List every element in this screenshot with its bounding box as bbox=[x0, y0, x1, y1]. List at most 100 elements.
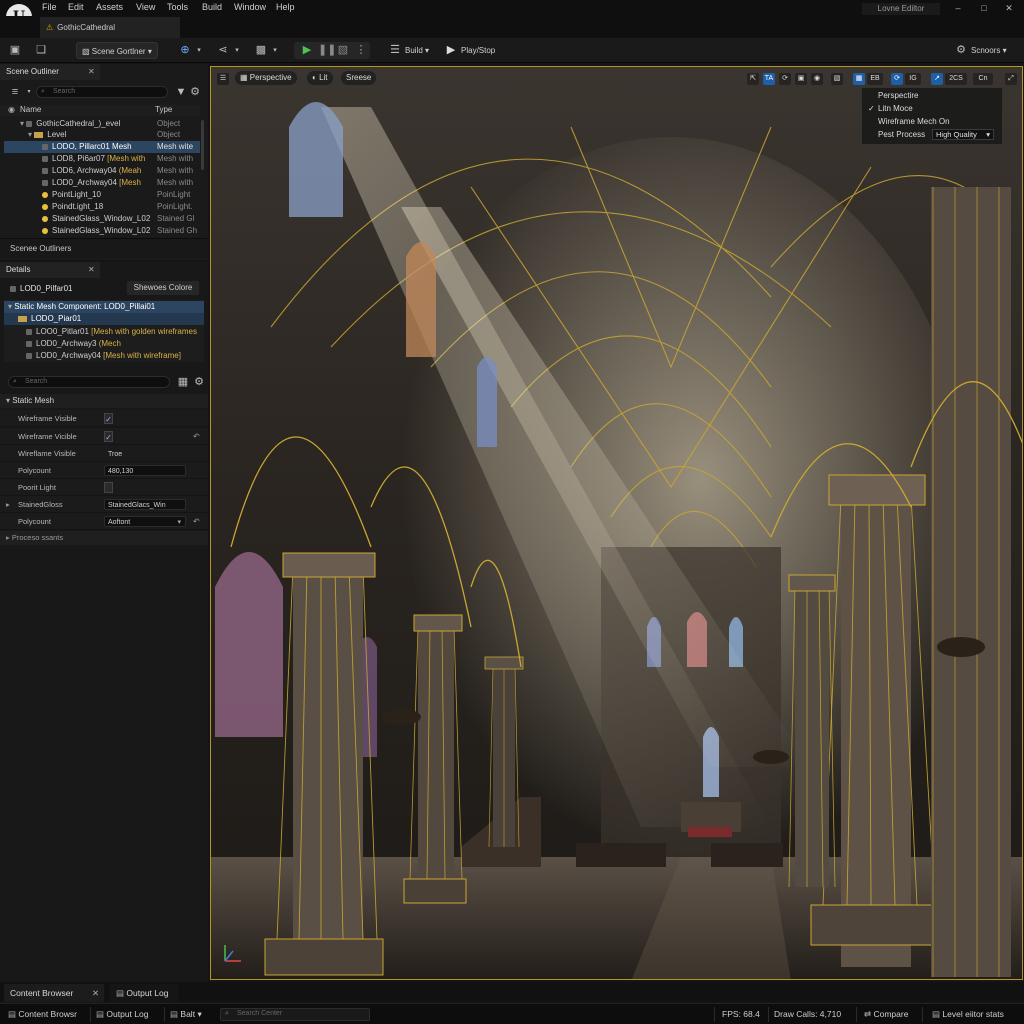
reset-arrow-icon[interactable]: ↶ bbox=[193, 513, 200, 530]
grid-view-icon[interactable]: ▦ bbox=[176, 376, 190, 389]
outliner-row[interactable]: StainedGlass_Window_L02 Stained Gl bbox=[4, 213, 200, 225]
minimize-icon[interactable]: – bbox=[951, 3, 965, 13]
content-browser-tab[interactable]: Content Browser ✕ bbox=[4, 984, 104, 1002]
menu-edit[interactable]: Edit bbox=[68, 2, 84, 12]
outliner-search-input[interactable]: ⌕ Search bbox=[36, 86, 168, 98]
filter-list-icon[interactable]: ≡ bbox=[8, 86, 22, 99]
outliner-row[interactable]: ▾ Level Object bbox=[4, 129, 200, 141]
maximize-viewport-icon[interactable]: ⤢ bbox=[1005, 73, 1017, 85]
eject-icon[interactable]: ▧ bbox=[336, 44, 350, 57]
prop-checkbox[interactable]: ✓ bbox=[104, 413, 113, 424]
details-tab[interactable]: Details ✕ bbox=[0, 262, 100, 278]
prop-checkbox[interactable]: ✓ bbox=[104, 431, 113, 442]
prop-dropdown[interactable]: Aoftont ▾ bbox=[104, 516, 186, 527]
surface-snap-icon[interactable]: ▧ bbox=[831, 73, 843, 85]
menu-assets[interactable]: Assets bbox=[96, 2, 123, 12]
save-icon[interactable]: ▣ bbox=[8, 44, 22, 57]
cmd-dropdown[interactable]: ▤ Balt ▾ bbox=[170, 1008, 202, 1021]
scale-snap-icon[interactable]: ↗ bbox=[931, 73, 943, 85]
prop-value-field[interactable]: Troe bbox=[104, 448, 142, 459]
maximize-icon[interactable]: □ bbox=[977, 3, 991, 13]
grid-snap-icon[interactable]: ▦ bbox=[853, 73, 865, 85]
translate-tool-icon[interactable]: TA bbox=[763, 73, 775, 85]
content-drawer-button[interactable]: ▤ Content Browsr bbox=[8, 1008, 77, 1021]
grid-size-label[interactable]: EB bbox=[867, 73, 883, 85]
scale-tool-icon[interactable]: ▣ bbox=[795, 73, 807, 85]
camera-speed-label[interactable]: Cn bbox=[973, 73, 993, 85]
component-row[interactable]: LOD0_Archway04 [Mesh with wireframe] bbox=[4, 350, 204, 362]
menu-help[interactable]: Help bbox=[276, 2, 295, 12]
rotation-snap-icon[interactable]: ⟳ bbox=[891, 73, 903, 85]
world-local-icon[interactable]: ◉ bbox=[811, 73, 823, 85]
outliner-row-selected[interactable]: LODO, Pillarc01 Mesh Mesh wite bbox=[4, 141, 200, 153]
details-search-input[interactable]: ⌕ Search bbox=[8, 376, 170, 388]
component-row[interactable]: LOO0_Pitlar01 [Mesh with golden wirefram… bbox=[4, 326, 204, 338]
console-search-input[interactable]: ⌕ Search Center bbox=[220, 1008, 370, 1021]
visibility-eye-icon[interactable]: ◉ bbox=[8, 105, 15, 114]
outliner-row[interactable]: LOD0_Archway04 [Mesh Mesh with bbox=[4, 177, 200, 189]
settings-button[interactable]: Scnoors ▾ bbox=[966, 42, 1012, 59]
component-row-selected[interactable]: ▾ Static Mesh Component: LOD0_Pillai01 bbox=[4, 301, 204, 313]
play-stop-button[interactable]: Play/Stop bbox=[456, 42, 500, 59]
category-static-mesh[interactable]: ▾ Static Mesh bbox=[0, 394, 208, 408]
rotation-size-label[interactable]: IG bbox=[905, 73, 921, 85]
menu-item-lit-mode[interactable]: ✓ Litn Moce bbox=[862, 102, 1004, 115]
close-icon[interactable]: ✕ bbox=[1002, 3, 1016, 14]
close-tab-icon[interactable]: ✕ bbox=[92, 984, 99, 1002]
blueprint-icon[interactable]: ⋖ bbox=[216, 44, 230, 57]
menu-build[interactable]: Build bbox=[202, 2, 222, 12]
col-name-header[interactable]: Name bbox=[20, 105, 41, 114]
output-log-tab[interactable]: ▤ Output Log bbox=[110, 984, 178, 1002]
content-icon[interactable]: ❏ bbox=[34, 44, 48, 57]
menu-file[interactable]: File bbox=[42, 2, 57, 12]
chevron-down-icon[interactable]: ▾ bbox=[268, 44, 282, 57]
level-stats-button[interactable]: ▤ Level eiitor stats bbox=[932, 1008, 1004, 1021]
pause-icon[interactable]: ❚❚ bbox=[318, 44, 336, 57]
menu-item-wireframe[interactable]: Wireframe Mech On bbox=[862, 115, 1004, 128]
viewport-show-button[interactable]: Sreese bbox=[341, 71, 377, 85]
scale-size-label[interactable]: 2CS bbox=[945, 73, 967, 85]
hamburger-menu-icon[interactable]: ☰ bbox=[217, 73, 229, 85]
category-process[interactable]: ▸ Proceso ssants bbox=[0, 531, 208, 545]
reset-arrow-icon[interactable]: ↶ bbox=[193, 428, 200, 445]
filter-icon[interactable]: ▼ bbox=[174, 86, 188, 99]
close-tab-icon[interactable]: ✕ bbox=[88, 64, 95, 80]
expand-chevron-icon[interactable]: ▸ bbox=[6, 496, 10, 513]
outliner-scrollbar[interactable] bbox=[201, 120, 204, 170]
scene-outliner-tab[interactable]: Scene Outliner ✕ bbox=[0, 64, 100, 80]
close-tab-icon[interactable]: ✕ bbox=[88, 262, 95, 278]
level-viewport[interactable]: ☰ ▦ Perspective ◐ Lit Sreese ⇱ TA ⟳ ▣ ◉ … bbox=[210, 66, 1023, 980]
more-icon[interactable]: ⋮ bbox=[354, 44, 368, 57]
play-icon[interactable]: ▶ bbox=[300, 44, 314, 57]
prop-checkbox[interactable] bbox=[104, 482, 113, 493]
component-row[interactable]: LOD0_Archway3 (Mech bbox=[4, 338, 204, 350]
polycount-field[interactable]: 480,130 bbox=[104, 465, 186, 476]
settings-gear-icon[interactable]: ⚙ bbox=[188, 86, 202, 99]
viewport-perspective-button[interactable]: ▦ Perspective bbox=[235, 71, 297, 85]
outliner-row[interactable]: PointLight_10 PoinLight bbox=[4, 189, 200, 201]
settings-gear-icon[interactable]: ⚙ bbox=[192, 376, 206, 389]
compare-button[interactable]: ⇄ Compare bbox=[864, 1008, 908, 1021]
post-process-select[interactable]: High Quality ▾ bbox=[932, 129, 994, 140]
outliner-row[interactable]: LOD8, Pi6ar07 [Mesh with Mesh with bbox=[4, 153, 200, 165]
component-row[interactable]: LODO_Piаr01 bbox=[4, 313, 204, 325]
add-actor-icon[interactable]: ⊕ bbox=[178, 44, 192, 57]
col-type-header[interactable]: Type bbox=[155, 105, 172, 114]
outliner-row[interactable]: StainedGlass_Window_L02 Stained Gh bbox=[4, 225, 200, 237]
menu-item-perspective[interactable]: Perspectire bbox=[862, 89, 1004, 102]
rotate-tool-icon[interactable]: ⟳ bbox=[779, 73, 791, 85]
mode-dropdown[interactable]: ▧ Scene Gortlner ▾ bbox=[76, 42, 158, 59]
prop-asset-field[interactable]: StainedGlacs_Win bbox=[104, 499, 186, 510]
chevron-down-icon[interactable]: ▾ bbox=[230, 44, 244, 57]
menu-window[interactable]: Window bbox=[234, 2, 266, 12]
menu-view[interactable]: View bbox=[136, 2, 155, 12]
select-mode-icon[interactable]: ⇱ bbox=[747, 73, 759, 85]
outliner-row[interactable]: LOD6, Archway04 (Meah Mesh with bbox=[4, 165, 200, 177]
menu-tools[interactable]: Tools bbox=[167, 2, 188, 12]
build-button[interactable]: Build ▾ bbox=[400, 42, 434, 59]
chevron-down-icon[interactable]: ▾ bbox=[192, 44, 206, 57]
details-action-button[interactable]: Shewoes Colore bbox=[127, 281, 199, 295]
viewport-lit-button[interactable]: ◐ Lit bbox=[307, 71, 333, 85]
output-log-button[interactable]: ▤ Output Log bbox=[96, 1008, 148, 1021]
level-tab[interactable]: ⚠ GothicCathedral bbox=[40, 17, 180, 38]
